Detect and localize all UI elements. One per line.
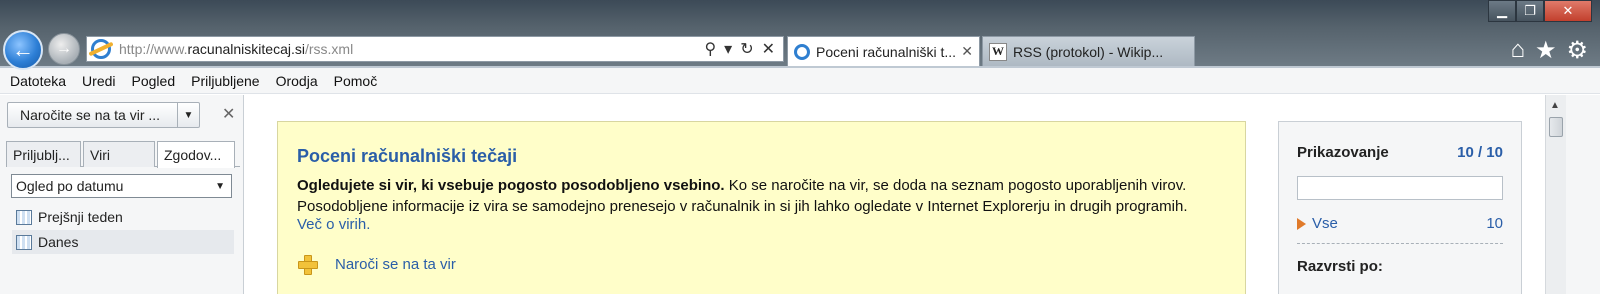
tab-label: RSS (protokol) - Wikip... bbox=[1013, 43, 1164, 60]
feed-title: Poceni računalniški tečaji bbox=[297, 146, 518, 166]
vertical-scrollbar[interactable]: ▲ bbox=[1545, 95, 1566, 294]
feed-info-box: Poceni računalniški tečaji Ogledujete si… bbox=[277, 121, 1246, 294]
toolbar-icons: ⌂ ★ ⚙ bbox=[1510, 36, 1588, 65]
history-item[interactable]: Prejšnji teden bbox=[12, 205, 234, 229]
favorites-star-icon[interactable]: ★ bbox=[1535, 36, 1557, 65]
address-url[interactable]: http://www.racunalniskitecaj.si/rss.xml bbox=[119, 41, 353, 57]
search-icon[interactable]: ⚲ bbox=[704, 39, 716, 59]
scroll-up-icon[interactable]: ▲ bbox=[1550, 100, 1560, 111]
calendar-icon bbox=[16, 209, 32, 225]
back-button[interactable]: ← bbox=[3, 30, 43, 70]
filter-all-label: Vse bbox=[1312, 215, 1338, 232]
chevron-down-icon[interactable]: ▼ bbox=[177, 103, 199, 127]
filter-all-count: 10 bbox=[1486, 215, 1503, 232]
subscribe-link-label: Naroči se na ta vir bbox=[335, 255, 456, 273]
tools-gear-icon[interactable]: ⚙ bbox=[1566, 36, 1588, 65]
plus-icon bbox=[297, 254, 318, 275]
menu-favorites[interactable]: Priljubljene bbox=[191, 73, 259, 89]
address-bar[interactable]: http://www.racunalniskitecaj.si/rss.xml … bbox=[86, 36, 784, 62]
home-icon[interactable]: ⌂ bbox=[1510, 36, 1525, 65]
ie-icon bbox=[794, 43, 810, 60]
calendar-icon bbox=[16, 234, 32, 250]
tab-close-icon[interactable]: ✕ bbox=[961, 43, 973, 60]
menu-edit[interactable]: Uredi bbox=[82, 73, 115, 89]
history-item-label: Danes bbox=[38, 234, 79, 250]
history-view-select[interactable]: Ogled po datumu ▼ bbox=[11, 174, 232, 198]
menu-tools[interactable]: Orodja bbox=[276, 73, 318, 89]
close-window-button[interactable]: ✕ bbox=[1544, 0, 1592, 22]
tab-history[interactable]: Zgodov... bbox=[157, 141, 235, 168]
subscribe-feed-label: Naročite se na ta vir ... bbox=[20, 107, 161, 123]
feed-description-bold: Ogledujete si vir, ki vsebuje pogosto po… bbox=[297, 177, 725, 194]
stop-icon[interactable]: ✕ bbox=[762, 39, 775, 59]
tab-feed[interactable]: Poceni računalniški t... ✕ bbox=[787, 36, 980, 66]
display-title: Prikazovanje bbox=[1297, 144, 1389, 161]
menu-bar: Datoteka Uredi Pogled Priljubljene Orodj… bbox=[0, 68, 1600, 94]
favorites-center-panel: Naročite se na ta vir ... ▼ ✕ Priljublj.… bbox=[0, 95, 244, 294]
tab-label: Poceni računalniški t... bbox=[816, 43, 957, 60]
subscribe-feed-button[interactable]: Naročite se na ta vir ... ▼ bbox=[7, 102, 200, 128]
sort-by-label: Razvrsti po: bbox=[1297, 258, 1383, 275]
feed-search-input[interactable] bbox=[1297, 176, 1503, 200]
display-filter-panel: Prikazovanje 10 / 10 Vse 10 Razvrsti po: bbox=[1278, 121, 1522, 294]
history-view-value: Ogled po datumu bbox=[16, 178, 124, 194]
panel-tabs: Priljublj... Viri Zgodov... bbox=[6, 141, 240, 168]
dropdown-icon[interactable]: ▾ bbox=[724, 39, 732, 59]
subscribe-link[interactable]: Naroči se na ta vir bbox=[297, 254, 456, 275]
minimize-button[interactable]: ▁ bbox=[1488, 0, 1516, 22]
refresh-icon[interactable]: ↻ bbox=[740, 39, 753, 59]
address-bar-icons: ⚲ ▾ ↻ ✕ bbox=[704, 39, 783, 59]
window-frame-right bbox=[1566, 95, 1600, 294]
divider bbox=[1297, 243, 1503, 244]
history-item-selected[interactable]: Danes bbox=[12, 230, 234, 254]
forward-arrow-icon: → bbox=[56, 40, 72, 57]
scroll-thumb[interactable] bbox=[1549, 117, 1563, 137]
back-arrow-icon: ← bbox=[12, 37, 34, 62]
menu-help[interactable]: Pomoč bbox=[334, 73, 378, 89]
feed-content-area: Poceni računalniški tečaji Ogledujete si… bbox=[245, 95, 1545, 294]
maximize-button[interactable]: ❐ bbox=[1516, 0, 1544, 22]
menu-view[interactable]: Pogled bbox=[132, 73, 176, 89]
tab-wikipedia[interactable]: W RSS (protokol) - Wikip... bbox=[982, 36, 1195, 66]
wikipedia-icon: W bbox=[989, 42, 1007, 61]
tab-feeds[interactable]: Viri bbox=[83, 141, 155, 167]
filter-all[interactable]: Vse 10 bbox=[1297, 215, 1503, 232]
tab-favorites[interactable]: Priljublj... bbox=[6, 141, 81, 167]
history-item-label: Prejšnji teden bbox=[38, 209, 123, 225]
chevron-down-icon: ▼ bbox=[215, 180, 225, 192]
display-count: 10 / 10 bbox=[1457, 144, 1503, 161]
window-controls: ▁ ❐ ✕ bbox=[1488, 0, 1592, 22]
triangle-right-icon bbox=[1297, 217, 1306, 230]
ie-icon bbox=[91, 39, 111, 59]
more-about-feeds-link[interactable]: Več o virih. bbox=[297, 216, 370, 233]
close-panel-icon[interactable]: ✕ bbox=[222, 104, 235, 124]
feed-description: Ogledujete si vir, ki vsebuje pogosto po… bbox=[297, 175, 1227, 217]
menu-file[interactable]: Datoteka bbox=[10, 73, 66, 89]
forward-button[interactable]: → bbox=[48, 33, 80, 65]
